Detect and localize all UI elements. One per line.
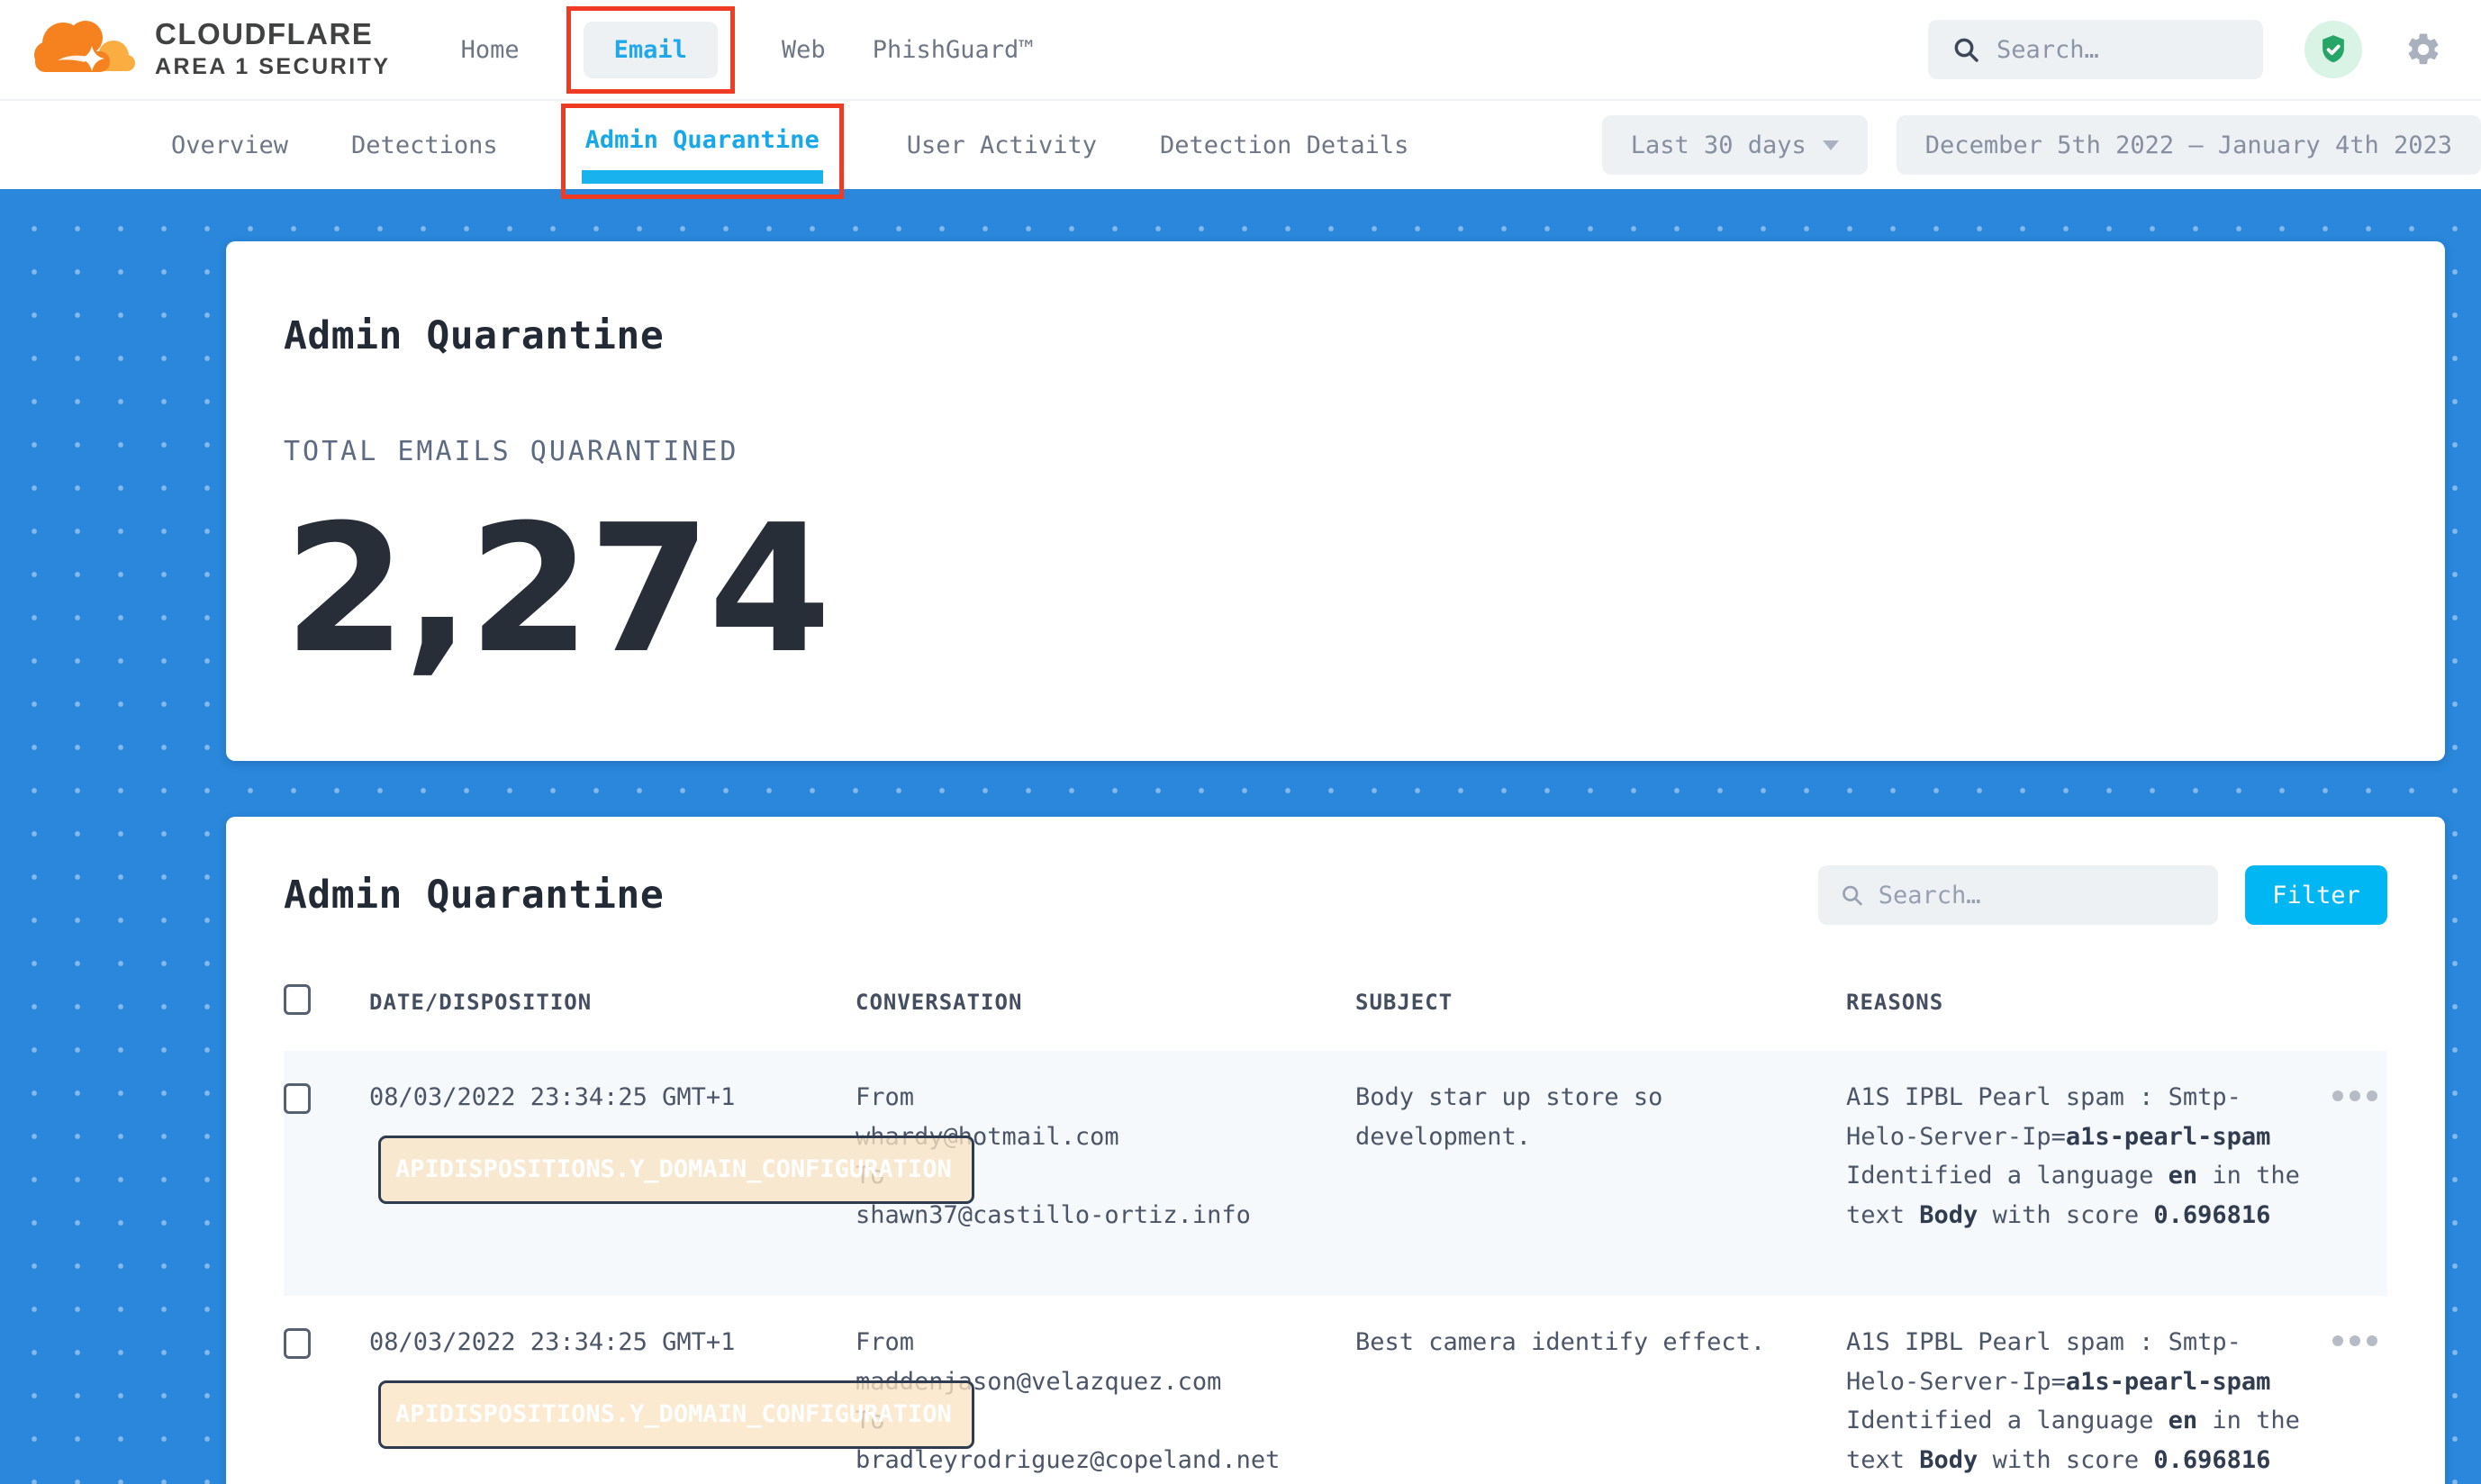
logo-text: CLOUDFLARE AREA 1 SECURITY	[155, 19, 391, 80]
date-range-display[interactable]: December 5th 2022 — January 4th 2023	[1897, 115, 2481, 175]
subnav-right: Last 30 days December 5th 2022 — January…	[1602, 115, 2481, 175]
metric-value: 2,274	[284, 498, 2387, 683]
email-annotation-box: Email	[566, 6, 735, 94]
cell-reasons: A1S IPBL Pearl spam : Smtp-Helo-Server-I…	[1846, 1323, 2332, 1484]
row-checkbox[interactable]	[284, 1083, 311, 1114]
tab-user-activity[interactable]: User Activity	[907, 131, 1097, 159]
summary-card-title: Admin Quarantine	[284, 313, 2387, 358]
cloudflare-cloud-icon	[31, 14, 140, 86]
tab-detections[interactable]: Detections	[351, 131, 498, 159]
logo-subtitle: AREA 1 SECURITY	[155, 54, 391, 80]
content-area: Admin Quarantine TOTAL EMAILS QUARANTINE…	[0, 189, 2481, 1484]
table-row[interactable]: 08/03/2022 23:34:25 GMT+1 From maddenjas…	[284, 1296, 2387, 1484]
admin-quarantine-annotation-box: Admin Quarantine	[561, 104, 844, 199]
search-icon	[1840, 882, 1864, 909]
quarantine-table-card: Admin Quarantine Filter DATE/DISPOSITION…	[226, 817, 2445, 1484]
column-header-subject[interactable]: SUBJECT	[1355, 990, 1846, 1015]
row-checkbox[interactable]	[284, 1328, 311, 1359]
table-controls: Filter	[1818, 865, 2387, 925]
table-header-row: DATE/DISPOSITION CONVERSATION SUBJECT RE…	[284, 984, 2387, 1051]
nav-item-home[interactable]: Home	[461, 36, 520, 64]
global-search-input[interactable]	[1997, 36, 2240, 64]
protection-status-badge[interactable]	[2304, 21, 2362, 78]
table-row[interactable]: 08/03/2022 23:34:25 GMT+1 From whardy@ho…	[284, 1051, 2387, 1296]
disposition-badge: APIDISPOSITIONS.Y_DOMAIN_CONFIGURATION	[378, 1136, 974, 1204]
disposition-badge: APIDISPOSITIONS.Y_DOMAIN_CONFIGURATION	[378, 1380, 974, 1449]
period-label: Last 30 days	[1631, 131, 1806, 159]
select-all-checkbox[interactable]	[284, 984, 311, 1015]
tab-overview[interactable]: Overview	[171, 131, 288, 159]
cloudflare-logo[interactable]: CLOUDFLARE AREA 1 SECURITY	[31, 14, 391, 86]
table-search[interactable]	[1818, 865, 2218, 925]
from-label: From	[856, 1078, 1328, 1118]
period-dropdown[interactable]: Last 30 days	[1602, 115, 1868, 175]
nav-item-email[interactable]: Email	[584, 22, 718, 78]
global-search[interactable]	[1928, 20, 2263, 79]
quarantine-summary-card: Admin Quarantine TOTAL EMAILS QUARANTINE…	[226, 241, 2445, 761]
search-icon	[1951, 35, 1980, 64]
email-subnav: Overview Detections Admin Quarantine Use…	[0, 99, 2481, 189]
date-range-label: December 5th 2022 — January 4th 2023	[1925, 131, 2452, 159]
row-actions-menu-icon[interactable]	[2332, 1335, 2387, 1484]
cell-reasons: A1S IPBL Pearl spam : Smtp-Helo-Server-I…	[1846, 1078, 2332, 1256]
header-right	[1928, 20, 2443, 79]
logo-title: CLOUDFLARE	[155, 19, 391, 50]
column-header-date-disposition[interactable]: DATE/DISPOSITION	[369, 990, 856, 1015]
top-header: CLOUDFLARE AREA 1 SECURITY Home Email We…	[0, 0, 2481, 99]
row-actions-menu-icon[interactable]	[2332, 1090, 2387, 1256]
cell-subject: Best camera identify effect.	[1355, 1323, 1846, 1484]
filter-button[interactable]: Filter	[2245, 865, 2387, 925]
active-tab-underline	[582, 170, 823, 184]
cell-subject: Body star up store so development.	[1355, 1078, 1846, 1256]
tab-detection-details[interactable]: Detection Details	[1160, 131, 1408, 159]
settings-gear-icon[interactable]	[2404, 30, 2443, 69]
table-card-header: Admin Quarantine Filter	[284, 865, 2387, 925]
column-header-conversation[interactable]: CONVERSATION	[856, 990, 1355, 1015]
shield-check-icon	[2316, 32, 2350, 67]
main-nav: Home Email Web PhishGuard™	[461, 12, 1034, 88]
nav-item-web[interactable]: Web	[782, 36, 826, 64]
nav-item-phishguard[interactable]: PhishGuard™	[873, 36, 1034, 64]
column-header-reasons[interactable]: REASONS	[1846, 990, 2332, 1015]
chevron-down-icon	[1823, 140, 1839, 150]
page: CLOUDFLARE AREA 1 SECURITY Home Email We…	[0, 0, 2481, 1484]
metric-label: TOTAL EMAILS QUARANTINED	[284, 436, 2387, 467]
from-label: From	[856, 1323, 1328, 1362]
table-search-input[interactable]	[1879, 882, 2196, 909]
tab-admin-quarantine[interactable]: Admin Quarantine	[585, 126, 819, 154]
table-card-title: Admin Quarantine	[284, 873, 664, 918]
